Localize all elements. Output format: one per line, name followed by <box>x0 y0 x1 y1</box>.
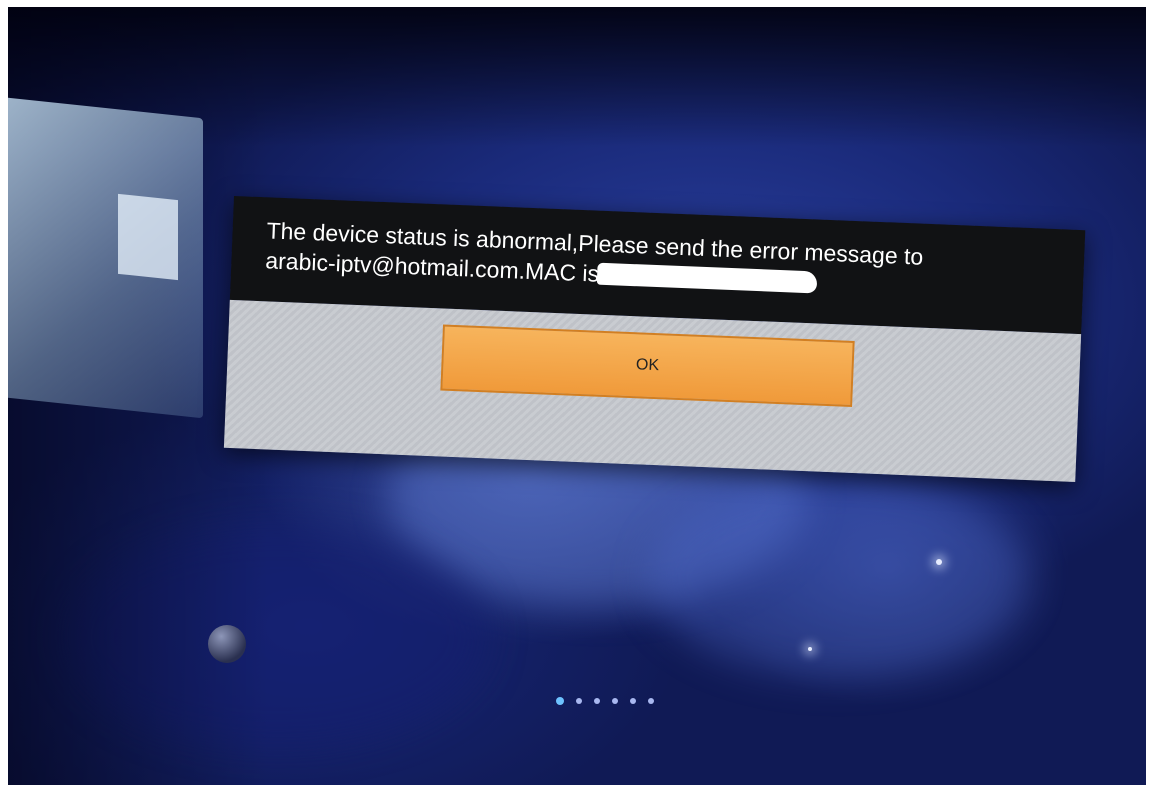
screen-glare-highlight <box>118 193 178 281</box>
ok-button[interactable]: OK <box>440 324 855 407</box>
planet-icon <box>208 625 246 663</box>
page-dot <box>648 698 654 704</box>
page-dot-active <box>556 697 564 705</box>
star-icon <box>808 647 812 651</box>
page-dot <box>612 698 618 704</box>
page-dot <box>594 698 600 704</box>
error-dialog: The device status is abnormal,Please sen… <box>223 196 1086 482</box>
page-indicator <box>556 697 654 705</box>
nebula-cloud <box>648 477 1028 677</box>
star-icon <box>936 559 942 565</box>
page-dot <box>630 698 636 704</box>
redacted-mac-address <box>597 262 818 294</box>
page-dot <box>576 698 582 704</box>
